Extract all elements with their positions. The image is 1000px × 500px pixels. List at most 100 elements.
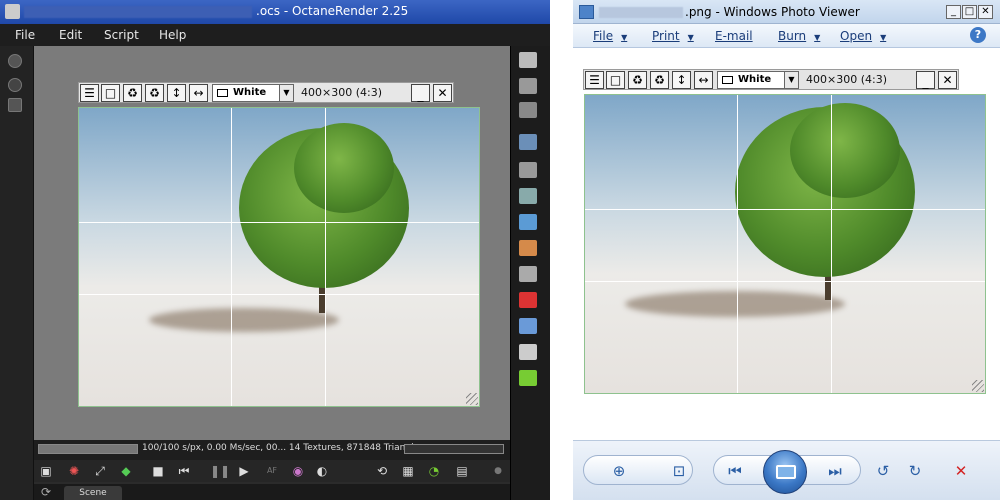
size-label: 400×300 (4:3)	[301, 86, 382, 99]
menu-file[interactable]: File	[15, 28, 35, 42]
screen-icon[interactable]: ▣	[38, 463, 54, 479]
play-icon[interactable]: ▶	[236, 463, 252, 479]
delete-icon[interactable]: ✕	[951, 461, 971, 481]
next-icon[interactable]: ⏭	[825, 461, 845, 481]
image-float-toolbar: ☰ □ ♻ ♻ ↕ ↔ White ▼ 400×300 (4:3) _ ✕	[583, 69, 959, 90]
menu-print[interactable]: Print ▼	[652, 29, 694, 43]
fit-icon[interactable]: ⤢	[92, 463, 108, 479]
actual-size-icon[interactable]: ⊡	[669, 461, 689, 481]
clipboard-icon[interactable]: ▤	[454, 463, 470, 479]
refresh-icon[interactable]: ⟳	[38, 484, 54, 500]
material-picker-icon[interactable]: ◐	[314, 463, 330, 479]
color-swatch	[217, 89, 228, 97]
pause-icon[interactable]: ❚❚	[210, 463, 230, 479]
recycle-icon: ♻	[650, 71, 669, 89]
region-icon[interactable]: ▦	[400, 463, 416, 479]
image-icon[interactable]	[519, 134, 537, 150]
stop-icon[interactable]: ■	[150, 463, 166, 479]
vertical-arrows-icon[interactable]: ↕	[167, 84, 186, 102]
slideshow-screen	[776, 465, 796, 479]
viewer-window-title: .png - Windows Photo Viewer	[599, 5, 860, 19]
zoom-icon[interactable]: ⊕	[609, 461, 629, 481]
chevron-down-icon: ▼	[621, 33, 628, 42]
grid-line	[585, 209, 985, 210]
render-controls: ▣ ✺ ⤢ ◆ ■ ⏮ ❚❚ ▶ AF ◉ ◐ ⟲ ▦ ◔ ▤ ●	[34, 460, 510, 482]
camera-settings-icon[interactable]	[519, 52, 537, 68]
minimize-icon[interactable]: _	[411, 84, 430, 102]
lines-icon[interactable]	[519, 102, 537, 118]
recycle-icon[interactable]: ♻	[123, 84, 142, 102]
camera-icon[interactable]	[519, 162, 537, 178]
slideshow-icon[interactable]	[763, 450, 807, 494]
picture-icon[interactable]	[519, 344, 537, 360]
redacted-filename	[599, 7, 683, 18]
menu-burn[interactable]: Burn ▼	[778, 29, 820, 43]
viewer-nav-bar: ⊕ ⊡ ⏮ ⏭ ↺ ↻ ✕	[573, 440, 1000, 500]
minimize-icon: _	[916, 71, 935, 89]
recycle-icon: ♻	[628, 71, 647, 89]
node-graph-icon[interactable]	[519, 266, 537, 282]
tab-scene[interactable]: Scene	[64, 486, 122, 500]
grid-line	[737, 95, 738, 393]
menu-icon[interactable]: ☰	[80, 84, 99, 102]
close-icon[interactable]: ✕	[978, 5, 993, 19]
cube-icon[interactable]	[519, 292, 537, 308]
menu-script[interactable]: Script	[104, 28, 139, 42]
size-label: 400×300 (4:3)	[806, 73, 887, 86]
help-icon[interactable]: ?	[970, 27, 986, 43]
rendered-image	[78, 107, 480, 407]
restart-icon[interactable]: ⏮	[176, 463, 192, 479]
minimize-icon[interactable]: _	[946, 5, 961, 19]
zoom-icon[interactable]	[8, 78, 22, 92]
lock-icon[interactable]: ⟲	[374, 463, 390, 479]
ground-shadow	[625, 291, 845, 317]
collapse-icon[interactable]	[8, 98, 22, 112]
menu-open[interactable]: Open ▼	[840, 29, 886, 43]
gauge-icon[interactable]: ◔	[426, 463, 442, 479]
horizontal-arrows-icon[interactable]: ↔	[189, 84, 208, 102]
photo-viewer-window: .png - Windows Photo Viewer _ □ ✕ File ▼ …	[573, 0, 1000, 500]
menu-file[interactable]: File ▼	[593, 29, 627, 43]
monitor-icon[interactable]	[519, 188, 537, 204]
dot-icon[interactable]: ●	[490, 463, 506, 479]
displayed-image	[584, 94, 986, 394]
octane-menu-bar: File Edit Script Help	[0, 24, 550, 46]
panel-dot-button[interactable]	[8, 54, 22, 68]
rotate-cw-icon[interactable]: ↻	[905, 461, 925, 481]
clear-icon[interactable]: ✺	[66, 463, 82, 479]
menu-icon: ☰	[585, 71, 604, 89]
grid-line	[325, 108, 326, 406]
resize-grip-icon[interactable]	[466, 393, 478, 405]
color-swatch	[722, 76, 733, 84]
viewer-command-bar: File ▼ Print ▼ E-mail Burn ▼ Open ▼ ?	[573, 24, 1000, 48]
layers-icon[interactable]	[519, 78, 537, 94]
background-select: White ▼	[717, 71, 799, 89]
chevron-down-icon: ▼	[814, 33, 821, 42]
square-icon[interactable]: □	[101, 84, 120, 102]
close-icon: ✕	[938, 71, 957, 89]
grid-line	[585, 281, 985, 282]
previous-icon[interactable]: ⏮	[725, 461, 745, 481]
background-select[interactable]: White ▼	[212, 84, 294, 102]
sun-icon[interactable]	[519, 370, 537, 386]
menu-edit[interactable]: Edit	[59, 28, 82, 42]
autofocus-icon[interactable]: AF	[264, 463, 280, 479]
database-icon[interactable]	[519, 214, 537, 230]
render-status-text: 100/100 s/px, 0.00 Ms/sec, 00... 14 Text…	[142, 443, 433, 453]
menu-email[interactable]: E-mail	[715, 29, 753, 43]
color-picker-icon[interactable]: ◉	[290, 463, 306, 479]
maximize-icon[interactable]: □	[962, 5, 977, 19]
material-icon[interactable]	[519, 240, 537, 256]
grid-line	[831, 95, 832, 393]
render-status-bar: 100/100 s/px, 0.00 Ms/sec, 00... 14 Text…	[34, 440, 510, 460]
menu-help[interactable]: Help	[159, 28, 186, 42]
vertical-arrows-icon: ↕	[672, 71, 691, 89]
recycle-icon[interactable]: ♻	[145, 84, 164, 102]
horizontal-arrows-icon: ↔	[694, 71, 713, 89]
cube-icon[interactable]: ◆	[118, 463, 134, 479]
octane-right-toolbar	[510, 46, 550, 500]
stack-icon[interactable]	[519, 318, 537, 334]
rotate-ccw-icon[interactable]: ↺	[873, 461, 893, 481]
close-icon[interactable]: ✕	[433, 84, 452, 102]
render-progress-fill	[39, 445, 137, 453]
